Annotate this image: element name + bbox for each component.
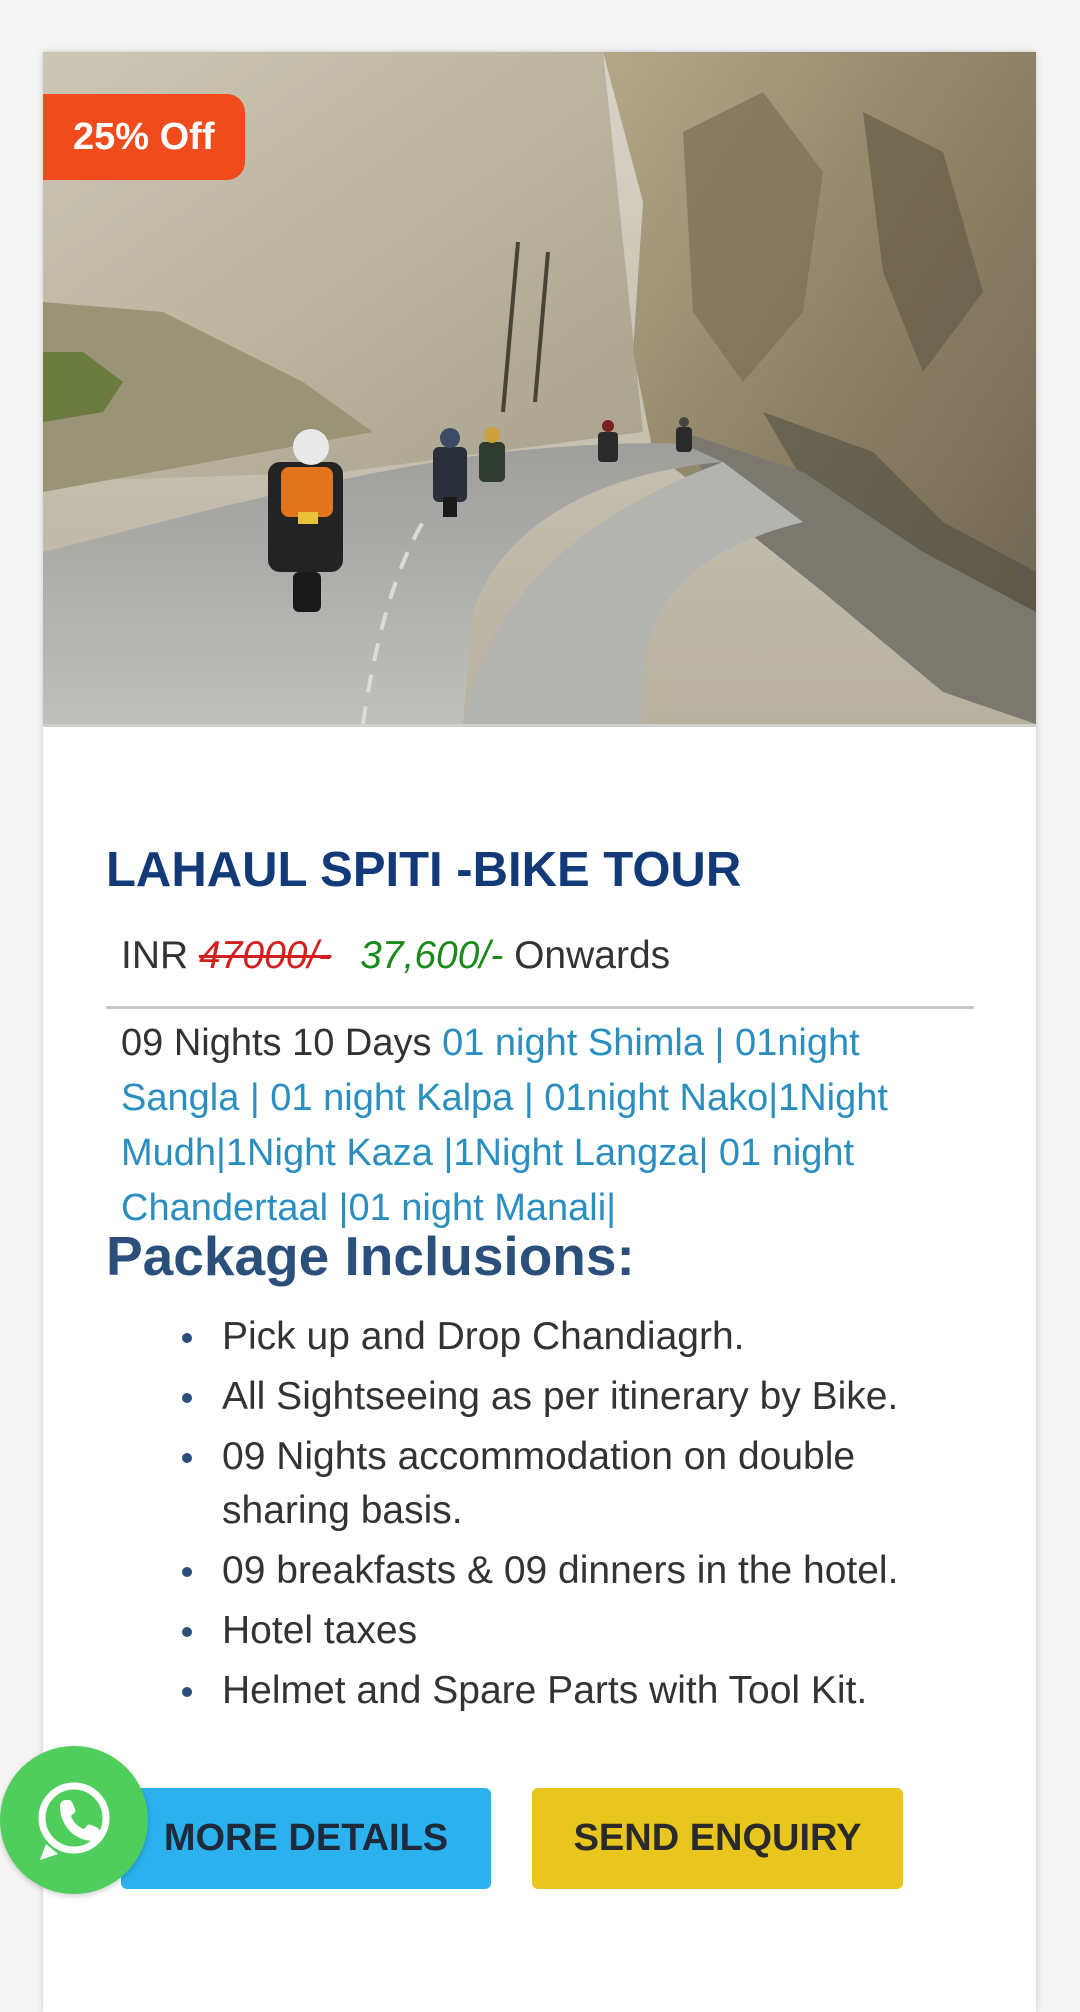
inclusions-list: Pick up and Drop Chandiagrh. All Sightse… [106,1310,974,1724]
price-currency: INR [121,934,189,977]
bullet-icon [182,1687,192,1697]
list-item: Hotel taxes [106,1604,974,1658]
inclusion-text: Helmet and Spare Parts with Tool Kit. [222,1669,868,1712]
whatsapp-icon [38,1782,110,1860]
inclusion-text: Pick up and Drop Chandiagrh. [222,1315,745,1358]
list-item: Pick up and Drop Chandiagrh. [106,1310,974,1364]
price-suffix: Onwards [514,934,671,977]
inclusion-text: All Sightseeing as per itinerary by Bike… [222,1375,899,1418]
tour-title[interactable]: LAHAUL SPITI -BIKE TOUR [106,842,741,898]
itinerary: 09 Nights 10 Days 01 night Shimla | 01ni… [121,1016,941,1236]
discount-badge: 25% Off [43,94,246,180]
price-row: INR 47000/- 37,600/- Onwards [121,934,670,978]
inclusion-text: 09 Nights accommodation on double sharin… [222,1435,856,1532]
whatsapp-button[interactable] [0,1746,148,1894]
list-item: All Sightseeing as per itinerary by Bike… [106,1370,974,1424]
inclusions-heading: Package Inclusions: [106,1225,635,1287]
tour-duration: 09 Nights 10 Days [121,1022,432,1064]
more-details-button[interactable]: MORE DETAILS [121,1788,491,1889]
inclusion-text: 09 breakfasts & 09 dinners in the hotel. [222,1549,899,1592]
price-old: 47000/- [199,934,332,977]
list-item: 09 Nights accommodation on double sharin… [106,1430,974,1538]
bullet-icon [182,1567,192,1577]
send-enquiry-button[interactable]: SEND ENQUIRY [532,1788,903,1889]
divider [106,1006,974,1009]
list-item: 09 breakfasts & 09 dinners in the hotel. [106,1544,974,1598]
tour-hero-image[interactable]: 25% Off [43,52,1036,727]
inclusion-text: Hotel taxes [222,1609,418,1652]
price-new: 37,600/- [360,934,504,977]
list-item: Helmet and Spare Parts with Tool Kit. [106,1664,974,1718]
bullet-icon [182,1393,192,1403]
tour-card: 25% Off LAHAUL SPITI -BIKE TOUR INR 4700… [43,52,1036,2012]
bullet-icon [182,1333,192,1343]
bullet-icon [182,1627,192,1637]
bullet-icon [182,1453,192,1463]
